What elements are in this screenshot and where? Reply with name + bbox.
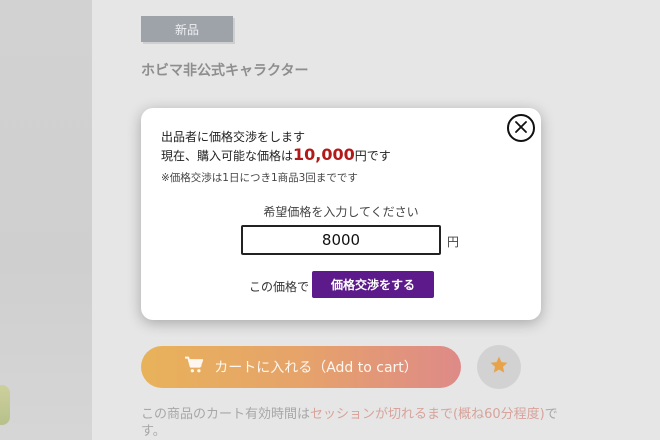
dialog-message-line1: 出品者に価格交渉をします <box>161 130 306 144</box>
cart-validity-note: この商品のカート有効時間はセッションが切れるまで(概ね60分程度)です。 <box>141 406 561 440</box>
add-to-cart-label: カートに入れる（Add to cart） <box>214 360 418 376</box>
close-icon <box>514 119 528 138</box>
desired-price-input[interactable] <box>241 225 441 255</box>
dialog-message-line2: 現在、購入可能な価格は10,000円です <box>161 145 391 164</box>
star-icon <box>489 355 509 379</box>
submit-prefix-label: この価格で <box>249 280 310 294</box>
current-price: 10,000 <box>293 145 355 164</box>
product-image <box>0 0 92 440</box>
desired-price-label: 希望価格を入力してください <box>263 205 419 219</box>
product-title: ホビマ非公式キャラクター <box>141 63 309 79</box>
new-badge: 新品 <box>141 16 233 42</box>
negotiation-limit-note: ※価格交渉は1日につき1商品3回までです <box>161 172 358 184</box>
price-negotiation-dialog: 出品者に価格交渉をします 現在、購入可能な価格は10,000円です ※価格交渉は… <box>141 108 541 320</box>
negotiate-button[interactable]: 価格交渉をする <box>312 271 434 298</box>
price-unit: 円 <box>447 235 460 249</box>
close-button[interactable] <box>507 114 535 142</box>
cart-icon <box>184 356 204 378</box>
current-price-suffix: 円です <box>354 149 391 163</box>
product-image-accent <box>0 385 10 425</box>
favorite-button[interactable] <box>477 345 521 389</box>
current-price-prefix: 現在、購入可能な価格は <box>161 149 294 163</box>
cart-note-highlight: セッションが切れるまで(概ね60分程度) <box>310 407 545 422</box>
add-to-cart-button[interactable]: カートに入れる（Add to cart） <box>141 346 461 388</box>
cart-note-prefix: この商品のカート有効時間は <box>141 407 311 422</box>
